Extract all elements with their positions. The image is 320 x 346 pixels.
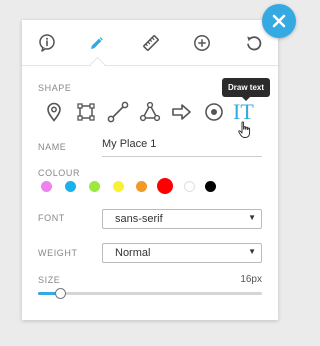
info-icon [39, 34, 55, 52]
ruler-tool-button[interactable] [140, 32, 162, 54]
colour-swatch[interactable] [89, 181, 100, 192]
shape-arrow-button[interactable] [170, 100, 194, 124]
plus-circle-icon [194, 35, 210, 51]
rectangle-icon [77, 103, 95, 121]
shape-circle-button[interactable] [202, 100, 226, 124]
shape-marker-button[interactable] [42, 100, 66, 124]
colour-swatch[interactable] [184, 181, 195, 192]
colour-swatch[interactable] [136, 181, 147, 192]
chevron-down-icon: ▼ [248, 247, 256, 256]
colour-swatch[interactable] [205, 181, 216, 192]
close-icon [272, 14, 286, 28]
size-slider-thumb[interactable] [55, 288, 67, 299]
info-tool-button[interactable] [36, 32, 58, 54]
drawing-panel: SHAPE IT Draw text NAME My Place 1 COLOU… [22, 20, 278, 320]
tooltip: Draw text [222, 78, 271, 101]
shape-label: SHAPE [38, 83, 72, 93]
font-select[interactable]: sans-serif ▼ [102, 209, 262, 229]
colour-swatch[interactable] [65, 181, 76, 192]
ruler-icon [143, 35, 159, 51]
shape-line-button[interactable] [106, 100, 130, 124]
polygon-icon [139, 101, 161, 122]
name-label: NAME [38, 142, 67, 152]
weight-select[interactable]: Normal ▼ [102, 243, 262, 263]
weight-label: WEIGHT [38, 248, 78, 258]
line-icon [107, 101, 129, 123]
shape-polygon-button[interactable] [138, 100, 162, 124]
colour-swatch[interactable] [41, 181, 52, 192]
colour-label: COLOUR [38, 168, 81, 178]
undo-tool-button[interactable] [243, 32, 265, 54]
pencil-tool-button[interactable] [86, 32, 108, 54]
chevron-down-icon: ▼ [248, 213, 256, 222]
weight-select-value: Normal [115, 247, 151, 259]
name-input[interactable] [102, 134, 262, 157]
colour-swatch[interactable] [157, 178, 173, 194]
circle-icon [205, 103, 223, 121]
arrow-icon [172, 104, 191, 120]
add-tool-button[interactable] [191, 32, 213, 54]
font-select-value: sans-serif [115, 213, 163, 225]
font-label: FONT [38, 213, 65, 223]
size-value: 16px [240, 274, 262, 285]
pencil-icon [91, 37, 103, 49]
map-pin-icon [47, 102, 61, 122]
size-slider[interactable] [38, 288, 262, 299]
undo-icon [247, 36, 262, 51]
close-button[interactable] [262, 4, 296, 38]
colour-swatch[interactable] [113, 181, 124, 192]
shape-rectangle-button[interactable] [74, 100, 98, 124]
size-label: SIZE [38, 275, 61, 285]
toolbar [22, 20, 278, 66]
